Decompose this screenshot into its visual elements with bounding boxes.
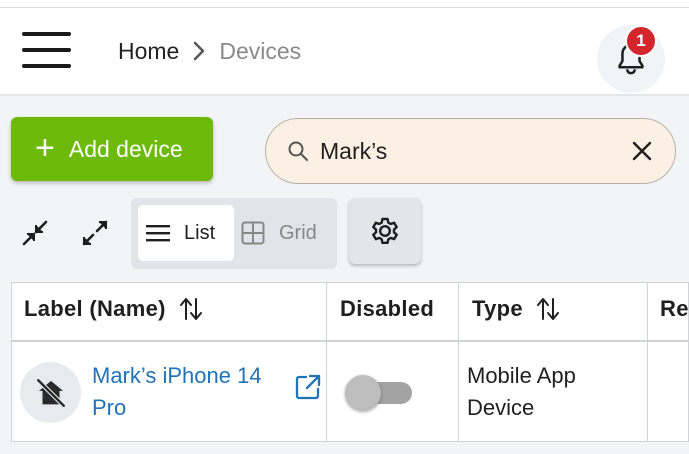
- view-grid-button[interactable]: Grid: [241, 205, 331, 261]
- collapse-icon[interactable]: [17, 215, 53, 251]
- plus-icon: +: [35, 128, 55, 167]
- breadcrumb-current: Devices: [219, 37, 302, 64]
- external-link-icon[interactable]: [294, 373, 322, 401]
- view-list-label: List: [184, 221, 216, 244]
- close-icon[interactable]: [627, 136, 657, 166]
- chevron-right-icon: [179, 41, 219, 61]
- expand-icon[interactable]: [77, 215, 113, 251]
- breadcrumb-home[interactable]: Home: [118, 38, 179, 65]
- grid-icon: [241, 221, 265, 245]
- app-header: Home Devices 1: [0, 8, 689, 96]
- header-type[interactable]: Type: [472, 296, 561, 322]
- devices-table: Label (Name) Disabled Type Re Mark’s iPh…: [11, 282, 689, 442]
- view-list-button[interactable]: List: [138, 205, 234, 261]
- menu-icon[interactable]: [22, 30, 72, 70]
- view-toggle: List Grid: [131, 198, 337, 269]
- device-type: Mobile App Device: [467, 363, 576, 420]
- hidden-house-icon: [35, 377, 66, 408]
- add-device-button[interactable]: + Add device: [11, 117, 213, 181]
- sort-icon: [536, 298, 559, 320]
- add-device-label: Add device: [68, 135, 183, 162]
- header-type-text: Type: [472, 296, 523, 321]
- header-label-name[interactable]: Label (Name): [24, 296, 204, 322]
- header-disabled: Disabled: [340, 296, 435, 321]
- breadcrumb: Home Devices: [118, 36, 301, 66]
- notifications-button[interactable]: 1: [597, 25, 665, 93]
- search-input[interactable]: [320, 131, 627, 171]
- top-edge: [0, 0, 689, 8]
- header-label-name-text: Label (Name): [24, 296, 166, 321]
- device-name-link[interactable]: Mark’s iPhone 14 Pro: [92, 360, 287, 424]
- header-partial: Re: [660, 296, 689, 321]
- device-avatar: [20, 362, 81, 423]
- header-divider: [12, 340, 688, 342]
- view-grid-label: Grid: [279, 221, 317, 244]
- search-icon: [288, 141, 308, 161]
- toggle-thumb: [345, 375, 381, 411]
- search-bar: [265, 118, 676, 184]
- notification-badge: 1: [625, 25, 657, 57]
- table-settings-button[interactable]: [349, 198, 421, 264]
- disabled-toggle[interactable]: [345, 371, 415, 411]
- sort-icon: [179, 298, 202, 320]
- list-icon: [146, 225, 170, 242]
- gear-icon: [372, 217, 398, 245]
